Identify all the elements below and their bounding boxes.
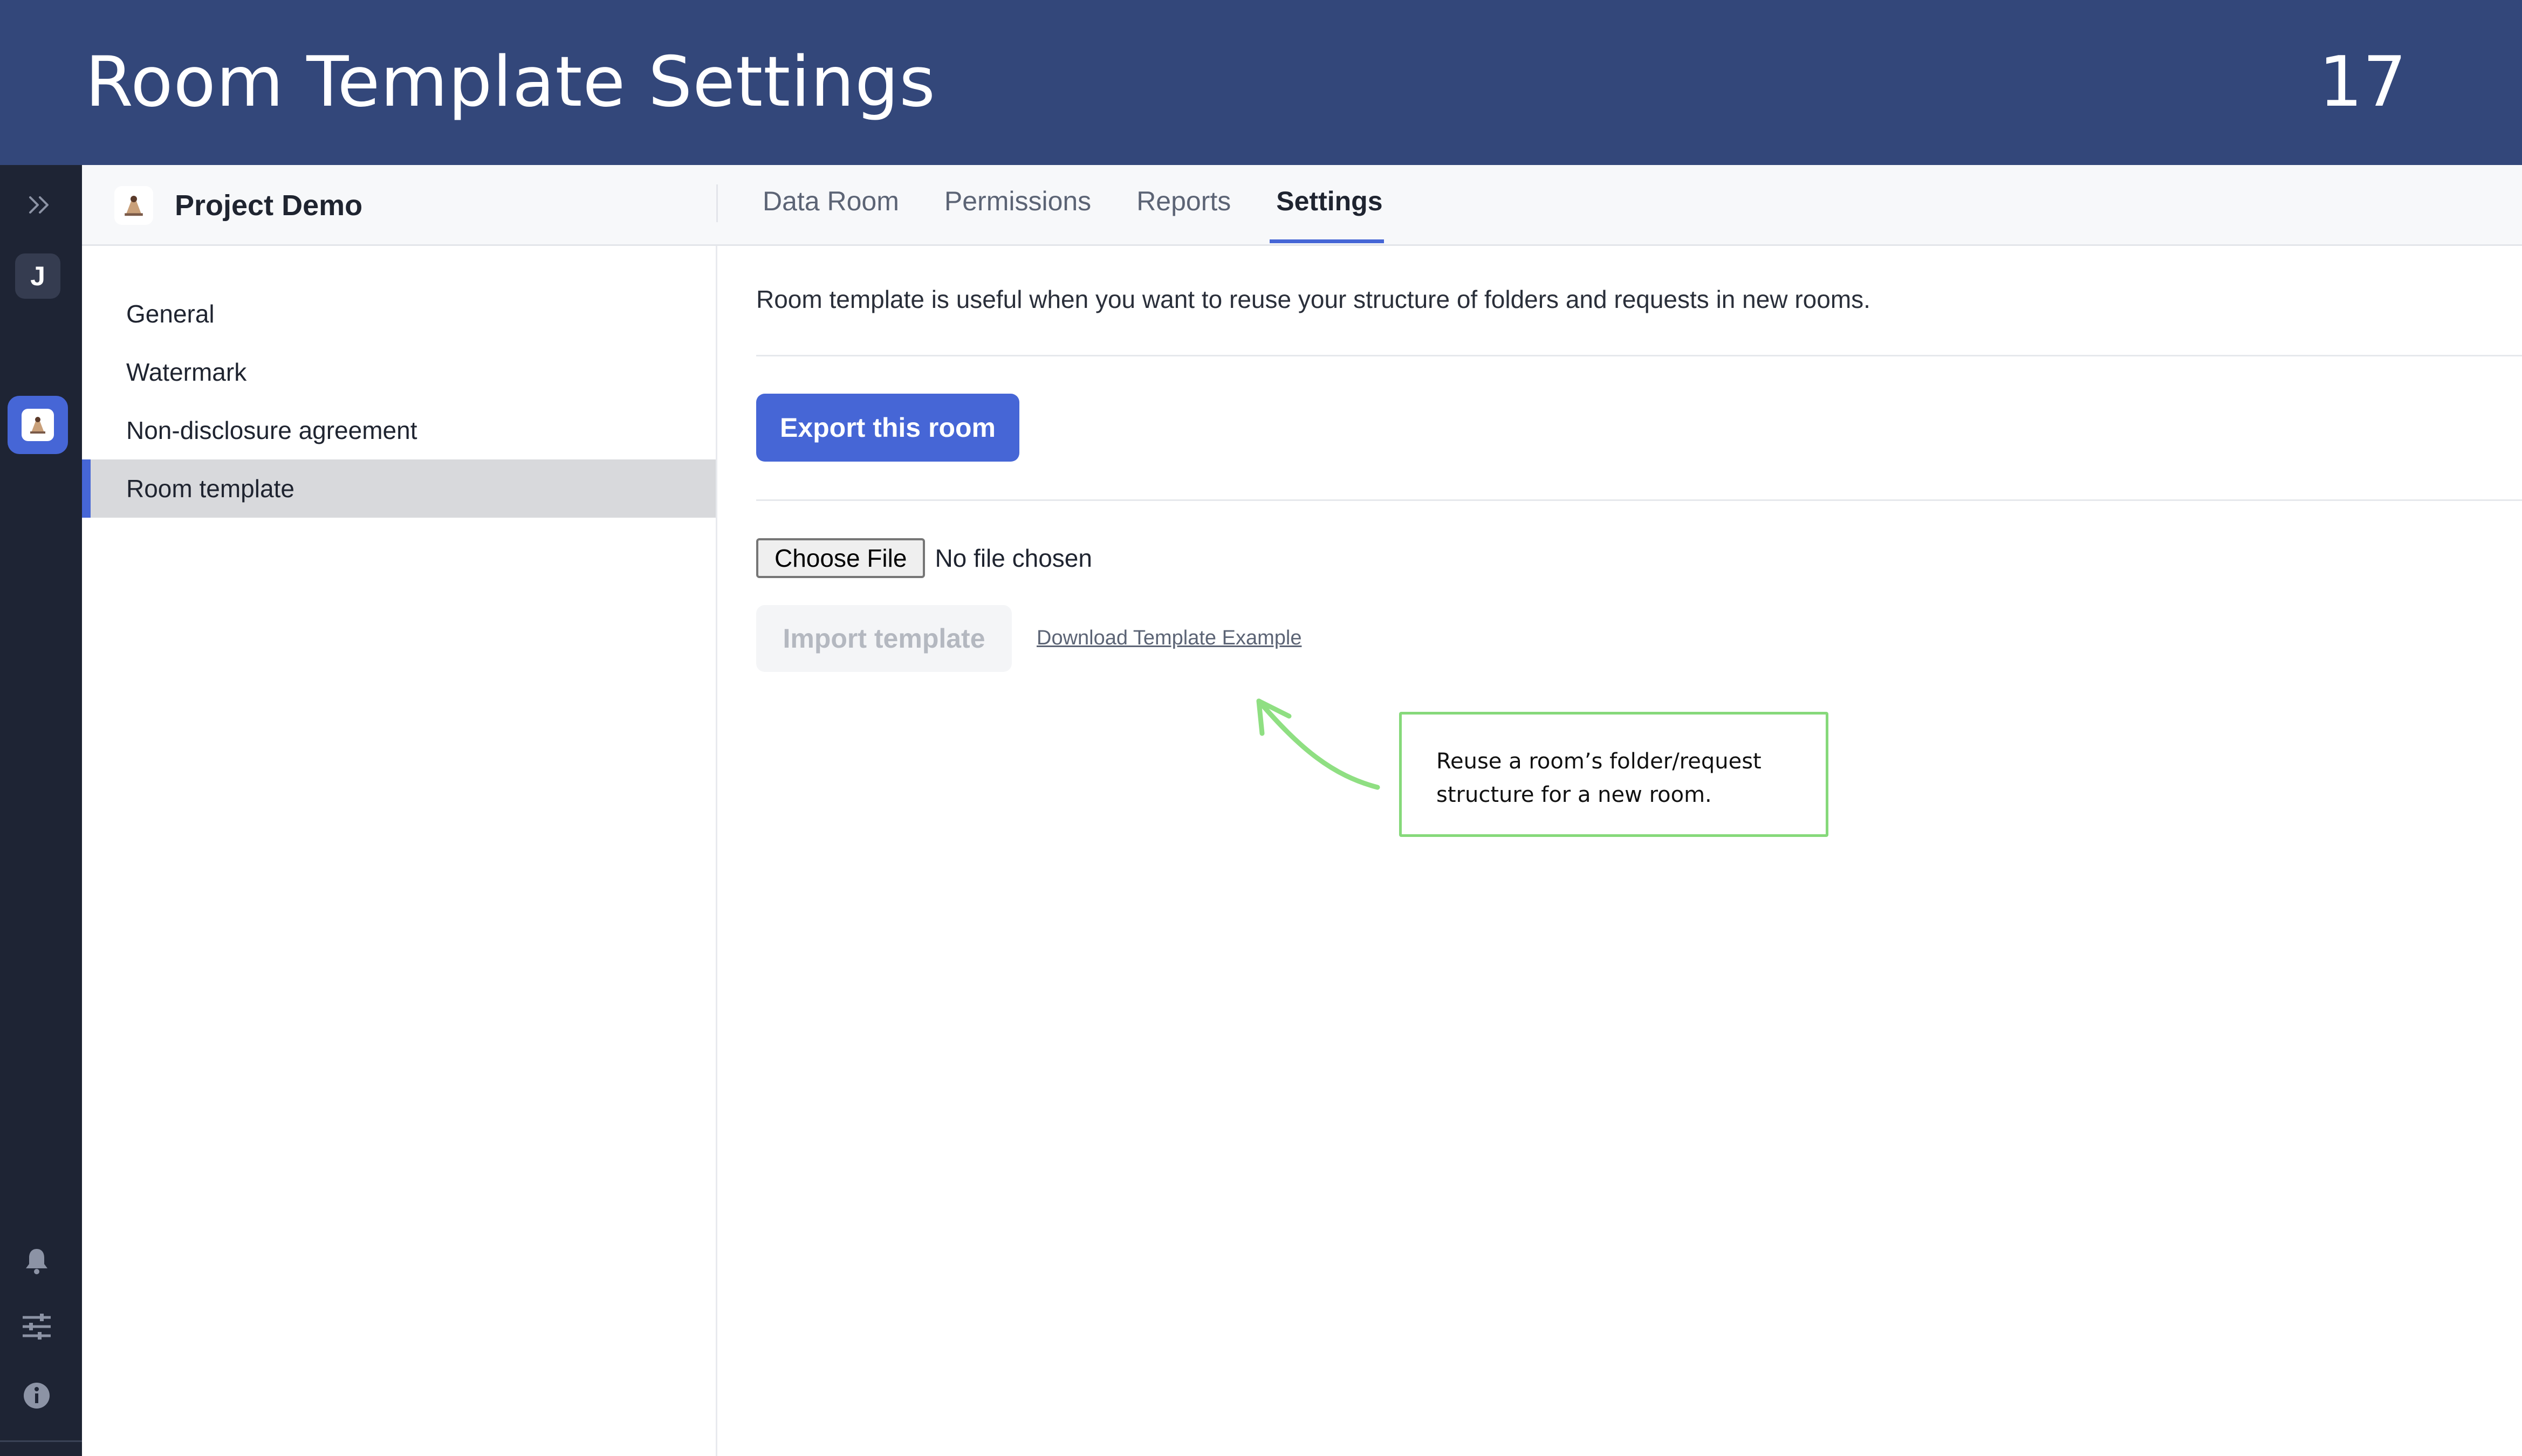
tab-data-room[interactable]: Data Room	[758, 161, 903, 242]
room-template-description: Room template is useful when you want to…	[756, 285, 1870, 313]
rail-divider	[0, 1440, 82, 1442]
sidebar-item-nda[interactable]: Non-disclosure agreement	[82, 401, 716, 459]
file-status: No file chosen	[935, 544, 1092, 572]
settings-sidebar: General Watermark Non-disclosure agreeme…	[82, 246, 717, 1456]
bell-icon[interactable]	[19, 1244, 54, 1278]
section-divider	[756, 355, 2522, 356]
file-input[interactable]: Choose File No file chosen	[756, 538, 1092, 578]
tab-reports[interactable]: Reports	[1132, 161, 1235, 242]
active-tab-indicator	[1270, 239, 1384, 243]
left-rail: J	[0, 165, 82, 1456]
project-logo-icon	[114, 186, 153, 225]
section-divider	[756, 499, 2522, 501]
sidebar-item-room-template[interactable]: Room template	[82, 459, 716, 518]
export-room-button[interactable]: Export this room	[756, 394, 1019, 462]
annotation-callout: Reuse a room’s folder/request structure …	[1399, 712, 1828, 837]
project-app-button[interactable]	[8, 396, 68, 454]
import-template-button: Import template	[756, 605, 1012, 672]
sidebar-item-watermark[interactable]: Watermark	[82, 343, 716, 401]
sliders-icon[interactable]	[19, 1309, 54, 1344]
tab-permissions[interactable]: Permissions	[940, 161, 1095, 242]
tab-bar: Data Room Permissions Reports Settings	[758, 165, 1424, 246]
download-template-link[interactable]: Download Template Example	[1037, 627, 1301, 650]
top-navigation: Project Demo Data Room Permissions Repor…	[82, 165, 2522, 246]
tab-settings[interactable]: Settings	[1272, 161, 1387, 242]
callout-text: Reuse a room’s folder/request structure …	[1436, 749, 1762, 807]
choose-file-button[interactable]: Choose File	[756, 538, 926, 578]
slide-banner: Room Template Settings 17	[0, 0, 2522, 165]
info-icon[interactable]	[19, 1378, 54, 1413]
user-avatar[interactable]: J	[15, 253, 60, 299]
sidebar-item-general[interactable]: General	[82, 285, 716, 343]
slide-number: 17	[2319, 42, 2407, 122]
main-content: Room template is useful when you want to…	[717, 246, 2522, 1456]
chevrons-right-icon[interactable]	[24, 189, 56, 221]
slide-title: Room Template Settings	[85, 42, 936, 122]
topbar-divider	[716, 184, 718, 222]
project-header[interactable]: Project Demo	[114, 165, 362, 246]
annotation-arrow	[1256, 698, 1380, 790]
project-name: Project Demo	[175, 189, 363, 222]
project-logo-icon	[22, 409, 54, 441]
